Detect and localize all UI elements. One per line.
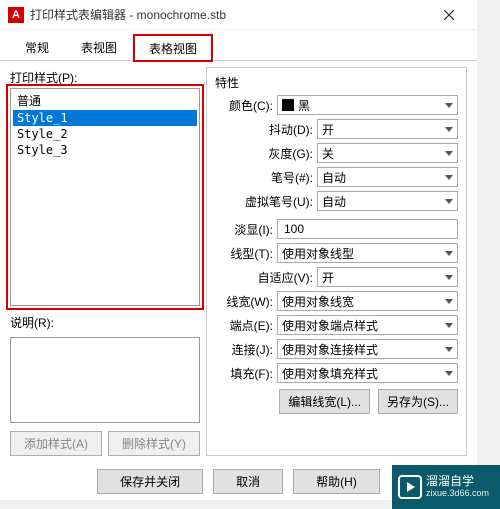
join-label: 连接(J): — [215, 341, 277, 358]
properties-buttons: 编辑线宽(L)... 另存为(S)... — [215, 389, 458, 414]
close-button[interactable] — [429, 0, 469, 30]
endcap-label: 端点(E): — [215, 317, 277, 334]
gray-label: 灰度(G): — [243, 145, 317, 162]
lweight-label: 线宽(W): — [215, 293, 277, 310]
color-value: 黑 — [298, 97, 310, 114]
fill-select[interactable]: 使用对象填充样式 — [277, 363, 458, 383]
delete-style-button[interactable]: 删除样式(Y) — [108, 431, 200, 456]
list-item[interactable]: 普通 — [13, 91, 197, 110]
watermark-url: zixue.3d66.com — [426, 489, 489, 499]
ltype-select[interactable]: 使用对象线型 — [277, 243, 458, 263]
list-item[interactable]: Style_2 — [13, 126, 197, 142]
style-buttons-row: 添加样式(A) 删除样式(Y) — [10, 431, 200, 456]
screen-input[interactable] — [277, 219, 458, 239]
tab-table-view[interactable]: 表视图 — [66, 34, 132, 60]
color-label: 颜色(C): — [215, 97, 277, 114]
window: 打印样式表编辑器 - monochrome.stb 常规 表视图 表格视图 打印… — [0, 0, 477, 500]
adaptive-select[interactable]: 开 — [317, 267, 458, 287]
dither-select[interactable]: 开 — [317, 119, 458, 139]
pen-label: 笔号(#): — [243, 169, 317, 186]
help-button[interactable]: 帮助(H) — [293, 469, 380, 494]
properties-header: 特性 — [215, 74, 458, 91]
vpen-label: 虚拟笔号(U): — [243, 193, 317, 210]
add-style-button[interactable]: 添加样式(A) — [10, 431, 102, 456]
description-label: 说明(R): — [10, 314, 200, 331]
tab-general[interactable]: 常规 — [10, 34, 64, 60]
pen-select[interactable]: 自动 — [317, 167, 458, 187]
plot-style-list[interactable]: 普通 Style_1 Style_2 Style_3 — [10, 88, 200, 306]
window-title: 打印样式表编辑器 - monochrome.stb — [30, 6, 429, 23]
plot-styles-label: 打印样式(P): — [10, 69, 200, 86]
play-icon — [398, 475, 422, 499]
watermark: 溜溜自学 zixue.3d66.com — [392, 465, 500, 509]
app-icon — [8, 7, 24, 23]
adaptive-label: 自适应(V): — [243, 269, 317, 286]
close-icon — [444, 10, 454, 20]
tab-form-view[interactable]: 表格视图 — [134, 35, 212, 61]
join-select[interactable]: 使用对象连接样式 — [277, 339, 458, 359]
edit-lineweight-button[interactable]: 编辑线宽(L)... — [279, 389, 370, 414]
description-box[interactable] — [10, 337, 200, 423]
tabs: 常规 表视图 表格视图 — [0, 30, 477, 61]
titlebar: 打印样式表编辑器 - monochrome.stb — [0, 0, 477, 30]
properties-panel: 特性 颜色(C): 黑 抖动(D): 开 灰度(G): 关 笔号(#): 自动 — [206, 67, 467, 456]
endcap-select[interactable]: 使用对象端点样式 — [277, 315, 458, 335]
fill-label: 填充(F): — [215, 365, 277, 382]
ltype-label: 线型(T): — [215, 245, 277, 262]
list-item[interactable]: Style_1 — [13, 110, 197, 126]
color-swatch-icon — [282, 99, 294, 111]
cancel-button[interactable]: 取消 — [213, 469, 283, 494]
list-item[interactable]: Style_3 — [13, 142, 197, 158]
vpen-select[interactable]: 自动 — [317, 191, 458, 211]
save-close-button[interactable]: 保存并关闭 — [97, 469, 203, 494]
left-column: 打印样式(P): 普通 Style_1 Style_2 Style_3 说明(R… — [10, 67, 200, 456]
dither-label: 抖动(D): — [243, 121, 317, 138]
content: 打印样式(P): 普通 Style_1 Style_2 Style_3 说明(R… — [0, 61, 477, 466]
color-select[interactable]: 黑 — [277, 95, 458, 115]
lweight-select[interactable]: 使用对象线宽 — [277, 291, 458, 311]
save-as-button[interactable]: 另存为(S)... — [378, 389, 458, 414]
watermark-title: 溜溜自学 — [426, 475, 489, 488]
screen-label: 淡显(I): — [215, 221, 277, 238]
gray-select[interactable]: 关 — [317, 143, 458, 163]
